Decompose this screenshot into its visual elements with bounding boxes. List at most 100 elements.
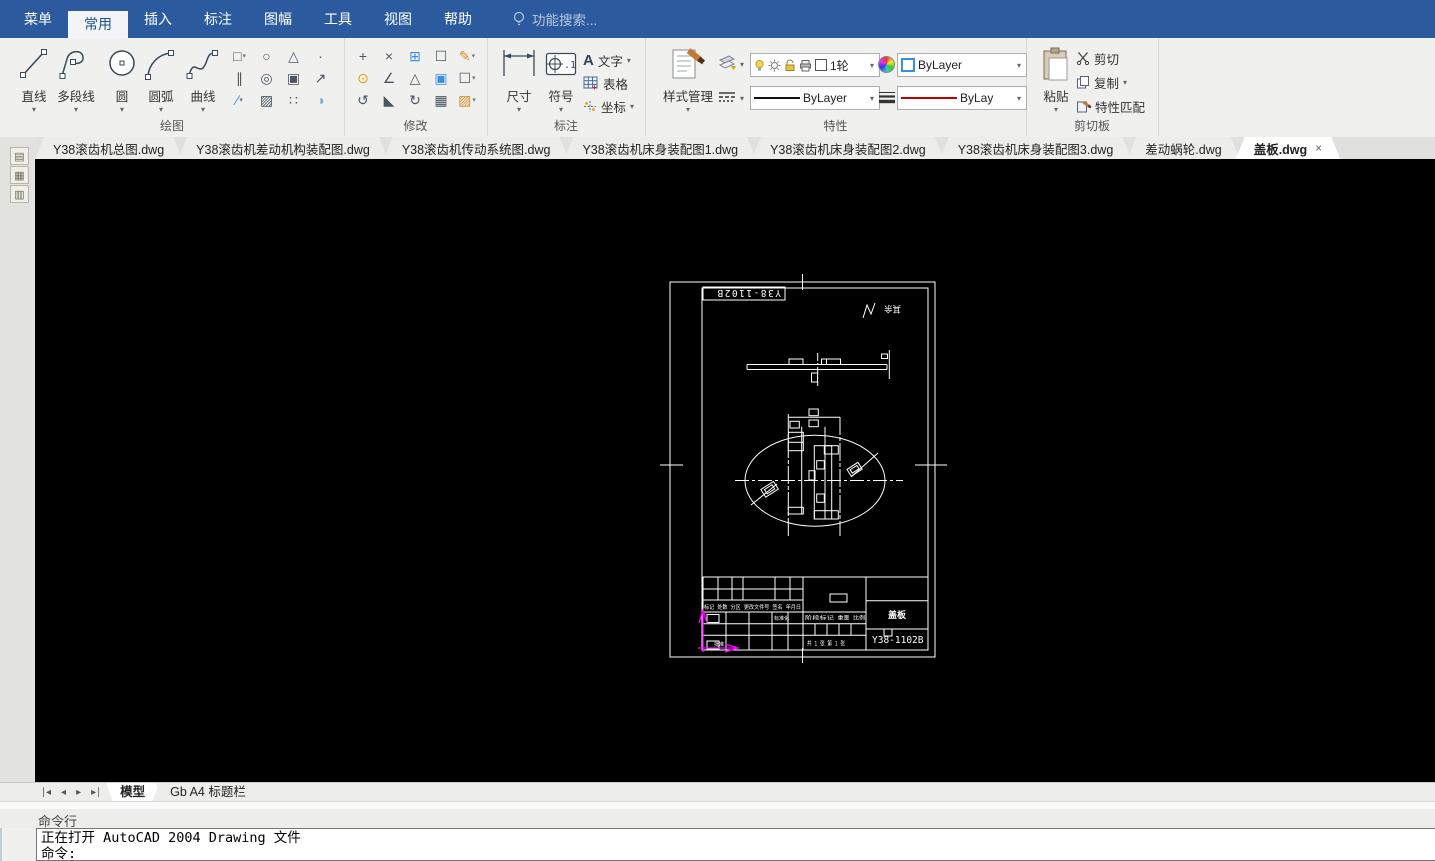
dropdown-arrow-icon[interactable]: ▾ [630, 102, 634, 111]
hatch-icon[interactable]: ▨ [253, 92, 280, 109]
color-wheel-icon[interactable] [878, 56, 895, 73]
dropdown-arrow-icon[interactable]: ▾ [870, 94, 876, 103]
spline-tool-button[interactable]: 曲线 ▾ [181, 43, 225, 114]
overlap-icon[interactable]: ▣ [428, 70, 454, 87]
erase-icon[interactable]: ✎ ▾ [454, 48, 480, 65]
menu-item[interactable]: 图幅 [248, 0, 308, 38]
dropdown-arrow-icon[interactable]: ▾ [32, 105, 36, 114]
left-tool-strip: ▤ ▦ ▥ [0, 137, 35, 782]
block-icon[interactable]: ▣ [280, 70, 307, 87]
coordinate-tool-button[interactable]: 坐标 ▾ [583, 96, 634, 116]
linetype-icon[interactable] [718, 90, 736, 109]
revision-arc-icon[interactable]: △ [280, 48, 307, 65]
dropdown-arrow-icon[interactable]: ▾ [870, 61, 876, 70]
mirror-icon[interactable]: △ [402, 70, 428, 87]
table-tool-button[interactable]: + 表格 [583, 73, 634, 93]
dropdown-arrow-icon[interactable]: ▾ [517, 105, 521, 114]
dropdown-arrow-icon[interactable]: ▾ [120, 105, 124, 114]
group-icon[interactable]: ∷ [280, 92, 307, 109]
scale-icon[interactable]: ☐ ▾ [454, 70, 480, 87]
dropdown-arrow-icon[interactable]: ▾ [686, 105, 690, 114]
search-box[interactable]: 功能搜索... [512, 0, 597, 38]
tab-close-icon[interactable]: × [1315, 141, 1322, 155]
menu-item[interactable]: 常用 [68, 11, 128, 38]
box-3d-icon[interactable]: ▦ [428, 92, 454, 109]
rotate-icon[interactable]: ↻ [402, 92, 428, 109]
hatch-edit-icon[interactable]: ▨ ▾ [454, 92, 480, 109]
document-tab[interactable]: Y38滚齿机床身装配图3.dwg [940, 137, 1132, 159]
dropdown-arrow-icon[interactable]: ▾ [740, 60, 744, 69]
menu-item[interactable]: 帮助 [428, 0, 488, 38]
menu-item[interactable]: 视图 [368, 0, 428, 38]
offset-icon[interactable]: ↺ [350, 92, 376, 109]
symbol-tool-button[interactable]: .1 符号 ▾ [539, 43, 583, 114]
command-line-area[interactable]: 正在打开 AutoCAD 2004 Drawing 文件 命令: [36, 828, 1435, 861]
lineweight-combo[interactable]: ByLay ▾ [897, 86, 1027, 110]
polyline-tool-button[interactable]: 多段线 ▾ [54, 43, 98, 114]
arc-tool-button[interactable]: 圆弧 ▾ [139, 43, 183, 114]
next-layout-button[interactable]: ▸ [71, 783, 86, 802]
drawing-canvas[interactable]: Y38-1102B 其余 标记 处数 分区 更改文件号 签名 年月日 标准化 批… [35, 159, 1435, 782]
first-layout-button[interactable]: ∣◂ [36, 783, 56, 802]
rectangle-icon[interactable]: □ ▾ [226, 48, 253, 64]
cut-button[interactable]: 剪切 [1076, 48, 1145, 68]
move-icon[interactable]: + [350, 48, 376, 64]
document-tab[interactable]: Y38滚齿机总图.dwg [35, 137, 182, 159]
dimension-tool-button[interactable]: 尺寸 ▾ [497, 43, 541, 114]
model-tab[interactable]: 模型 [106, 783, 159, 802]
linetype-combo[interactable]: ByLayer ▾ [750, 86, 880, 110]
layer-states-icon[interactable] [717, 54, 737, 77]
extend-icon[interactable]: ∠ [376, 70, 402, 87]
menu-item[interactable]: 工具 [308, 0, 368, 38]
donut-icon[interactable]: ◎ [253, 70, 280, 87]
line-tool-button[interactable]: 直线 ▾ [12, 43, 56, 114]
filter-tool-icon[interactable]: ▥ [10, 185, 29, 203]
prev-layout-button[interactable]: ◂ [56, 783, 71, 802]
tool-label: 圆弧 [148, 90, 174, 104]
document-tab[interactable]: Y38滚齿机床身装配图2.dwg [752, 137, 944, 159]
document-tab[interactable]: 差动蜗轮.dwg [1127, 137, 1239, 159]
document-tab[interactable]: Y38滚齿机传动系统图.dwg [384, 137, 569, 159]
dropdown-arrow-icon[interactable]: ▾ [74, 105, 78, 114]
last-layout-button[interactable]: ▸∣ [86, 783, 106, 802]
circle-tool-button[interactable]: 圆 ▾ [100, 43, 144, 114]
style-manager-button[interactable]: 样式管理 ▾ [659, 43, 717, 114]
document-tab[interactable]: 盖板.dwg × [1236, 137, 1340, 159]
array-icon[interactable]: ⊞ [402, 48, 428, 65]
frame-tool-icon[interactable]: ▤ [10, 147, 29, 165]
menu-item[interactable]: 菜单 [8, 0, 68, 38]
trim-icon[interactable]: × [376, 48, 402, 64]
point-icon[interactable]: · [307, 48, 334, 64]
dropdown-arrow-icon[interactable]: ▾ [201, 105, 205, 114]
dropdown-arrow-icon[interactable]: ▾ [1123, 78, 1127, 87]
chamfer-icon[interactable]: ◣ [376, 92, 402, 109]
dropdown-arrow-icon[interactable]: ▾ [159, 105, 163, 114]
color-combo[interactable]: ByLayer ▾ [897, 53, 1027, 77]
paste-button[interactable]: 粘贴 ▾ [1034, 43, 1078, 114]
construction-line-icon[interactable]: ∕ ▾ [226, 92, 253, 108]
copy-button[interactable]: 复制 ▾ [1076, 72, 1145, 92]
menu-item[interactable]: 插入 [128, 0, 188, 38]
copy-icon[interactable]: ⊙ [350, 70, 376, 87]
parallel-lines-icon[interactable]: ∥ [226, 70, 253, 87]
layout-tab-gba4[interactable]: Gb A4 标题栏 [156, 783, 260, 802]
dropdown-arrow-icon[interactable]: ▾ [1017, 61, 1023, 70]
document-tab[interactable]: Y38滚齿机差动机构装配图.dwg [178, 137, 388, 159]
table-icon: + [583, 76, 598, 90]
stretch-icon[interactable]: ☐ [428, 48, 454, 65]
lineweight-icon[interactable] [878, 90, 896, 109]
match-properties-button[interactable]: 特性匹配 [1076, 96, 1145, 116]
dropdown-arrow-icon[interactable]: ▾ [1054, 105, 1058, 114]
grid-tool-icon[interactable]: ▦ [10, 166, 29, 184]
ellipse-icon[interactable]: ○ [253, 48, 280, 64]
menu-item[interactable]: 标注 [188, 0, 248, 38]
layer-combo[interactable]: 1轮 ▾ [750, 53, 880, 77]
text-tool-button[interactable]: A 文字 ▾ [583, 50, 634, 70]
wipeout-icon[interactable]: ◑ [307, 92, 334, 108]
dropdown-arrow-icon[interactable]: ▾ [559, 105, 563, 114]
dropdown-arrow-icon[interactable]: ▾ [627, 56, 631, 65]
pointer-icon[interactable]: ↗ [307, 70, 334, 87]
document-tab[interactable]: Y38滚齿机床身装配图1.dwg [564, 137, 756, 159]
dropdown-arrow-icon[interactable]: ▾ [740, 94, 744, 103]
dropdown-arrow-icon[interactable]: ▾ [1017, 94, 1023, 103]
